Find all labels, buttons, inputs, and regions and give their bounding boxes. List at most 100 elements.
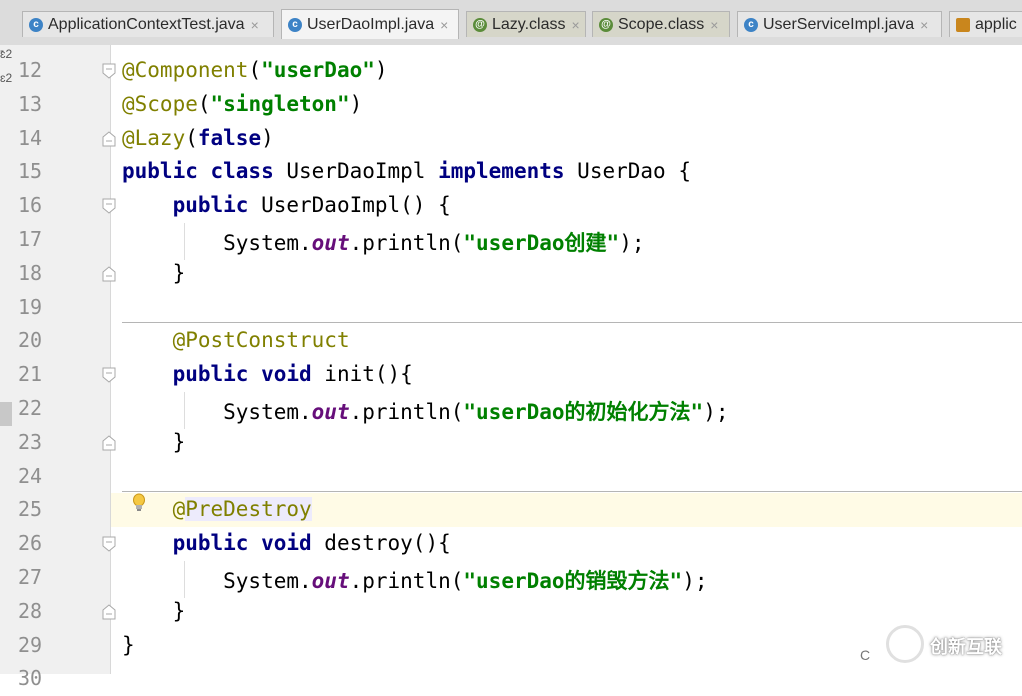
code-token: .println( — [349, 569, 464, 593]
code-token: ) — [374, 58, 388, 82]
code-token: } — [122, 429, 186, 454]
watermark-text: 创新互联 — [930, 637, 1002, 658]
tab-label: Lazy.class — [492, 15, 566, 33]
line-number: 18 — [18, 260, 43, 285]
code-text: System.out.println("userDao的初始化方法"); — [122, 396, 728, 426]
fold-close-icon[interactable] — [102, 130, 116, 147]
code-token: implements — [438, 159, 578, 184]
line-number: 29 — [18, 632, 43, 657]
code-text: @Scope("singleton") — [122, 92, 362, 116]
code-token: UserDaoImpl — [286, 159, 439, 184]
code-token: System. — [122, 231, 312, 255]
line-number: 23 — [18, 429, 43, 454]
tab-applic[interactable]: applic — [949, 11, 1022, 37]
code-line[interactable]: 19 — [0, 291, 1022, 325]
code-token: "userDao" — [261, 58, 375, 82]
fold-close-icon[interactable] — [102, 435, 116, 451]
code-text: public class UserDaoImpl implements User… — [122, 159, 691, 183]
code-text: @Lazy(false) — [122, 126, 274, 150]
code-token: public void — [172, 531, 325, 556]
fold-open-icon[interactable] — [102, 63, 116, 79]
line-number: 25 — [18, 497, 43, 522]
fold-close-icon[interactable] — [102, 266, 116, 282]
tab-applicationcontexttest-java[interactable]: c ApplicationContextTest.java × — [22, 11, 274, 37]
java-class-icon: c — [288, 17, 302, 32]
code-token: public class — [122, 159, 287, 184]
annotation-class-icon: @ — [599, 17, 613, 32]
code-token: ) — [261, 125, 274, 150]
code-token: ) — [349, 91, 363, 116]
line-number: 20 — [18, 328, 43, 353]
fold-open-icon[interactable] — [102, 198, 116, 214]
tab-scope-class[interactable]: @ Scope.class × — [592, 11, 730, 37]
line-number: 17 — [18, 227, 43, 251]
java-class-icon: c — [29, 17, 43, 32]
line-number: 12 — [18, 58, 43, 82]
code-token: ); — [619, 231, 645, 255]
code-line[interactable]: 25 @PreDestroy — [0, 493, 1022, 528]
code-text: @PostConstruct — [122, 328, 350, 352]
code-line[interactable]: 17 System.out.println("userDao创建"); — [0, 223, 1022, 257]
code-token: .println( — [349, 400, 464, 424]
code-line[interactable]: 18 } — [0, 257, 1022, 291]
tab-close-icon[interactable]: × — [572, 17, 580, 33]
code-token: PreDestroy — [185, 497, 312, 522]
code-line[interactable]: 15 public class UserDaoImpl implements Us… — [0, 155, 1022, 189]
code-token: .println( — [349, 231, 464, 255]
code-line[interactable]: 27 System.out.println("userDao的销毁方法"); — [0, 561, 1022, 595]
tab-userserviceimpl-java[interactable]: c UserServiceImpl.java × — [737, 11, 942, 37]
line-number: 16 — [18, 193, 43, 218]
tab-close-icon[interactable]: × — [440, 17, 448, 33]
tab-close-icon[interactable]: × — [251, 17, 259, 33]
annotation-class-icon: @ — [473, 17, 487, 32]
code-line[interactable]: 16 public UserDaoImpl() { — [0, 189, 1022, 223]
code-line[interactable]: 22 System.out.println("userDao的初始化方法"); — [0, 392, 1022, 426]
tab-userdaoimpl-java[interactable]: c UserDaoImpl.java × — [281, 9, 459, 39]
code-line[interactable]: 20 @PostConstruct — [0, 324, 1022, 358]
code-token: false — [197, 125, 262, 150]
code-text: } — [122, 598, 186, 623]
fold-open-icon[interactable] — [102, 536, 116, 552]
code-token: ); — [682, 569, 708, 593]
code-token: public void — [172, 362, 325, 387]
tab-close-icon[interactable]: × — [920, 17, 928, 33]
code-line[interactable]: 14 @Lazy(false) — [0, 122, 1022, 156]
tab-lazy-class[interactable]: @ Lazy.class × — [466, 11, 586, 37]
line-number: 27 — [18, 565, 43, 589]
code-line[interactable]: 13 @Scope("singleton") — [0, 88, 1022, 122]
line-number: 26 — [18, 531, 43, 556]
lightbulb-icon[interactable] — [132, 493, 146, 513]
fold-open-icon[interactable] — [102, 367, 116, 383]
code-token: init(){ — [324, 362, 413, 387]
code-token: @Lazy — [122, 125, 186, 150]
code-line[interactable]: 23 } — [0, 426, 1022, 460]
tab-close-icon[interactable]: × — [710, 17, 718, 33]
code-token: @ — [172, 497, 186, 522]
code-token: @Scope — [122, 91, 198, 116]
code-token: ( — [248, 58, 262, 82]
line-number: 19 — [18, 294, 43, 319]
indent-guide — [184, 561, 185, 598]
code-token: } — [122, 260, 186, 285]
code-token: ); — [703, 400, 729, 424]
code-text: } — [122, 429, 186, 454]
code-line[interactable]: 12 @Component("userDao") — [0, 54, 1022, 88]
line-number: 13 — [18, 91, 43, 116]
code-line[interactable]: 21 public void init(){ — [0, 358, 1022, 392]
fold-close-icon[interactable] — [102, 604, 116, 620]
tab-label: ApplicationContextTest.java — [48, 15, 245, 33]
code-token: } — [122, 632, 135, 657]
code-text: @Component("userDao") — [122, 58, 388, 82]
method-separator — [122, 491, 1022, 492]
code-token: destroy(){ — [324, 531, 451, 556]
code-line[interactable]: 24 — [0, 460, 1022, 494]
line-number: 24 — [18, 463, 43, 488]
code-line[interactable]: 26 public void destroy(){ — [0, 527, 1022, 561]
code-token: ( — [197, 91, 211, 116]
code-token: } — [122, 598, 186, 623]
